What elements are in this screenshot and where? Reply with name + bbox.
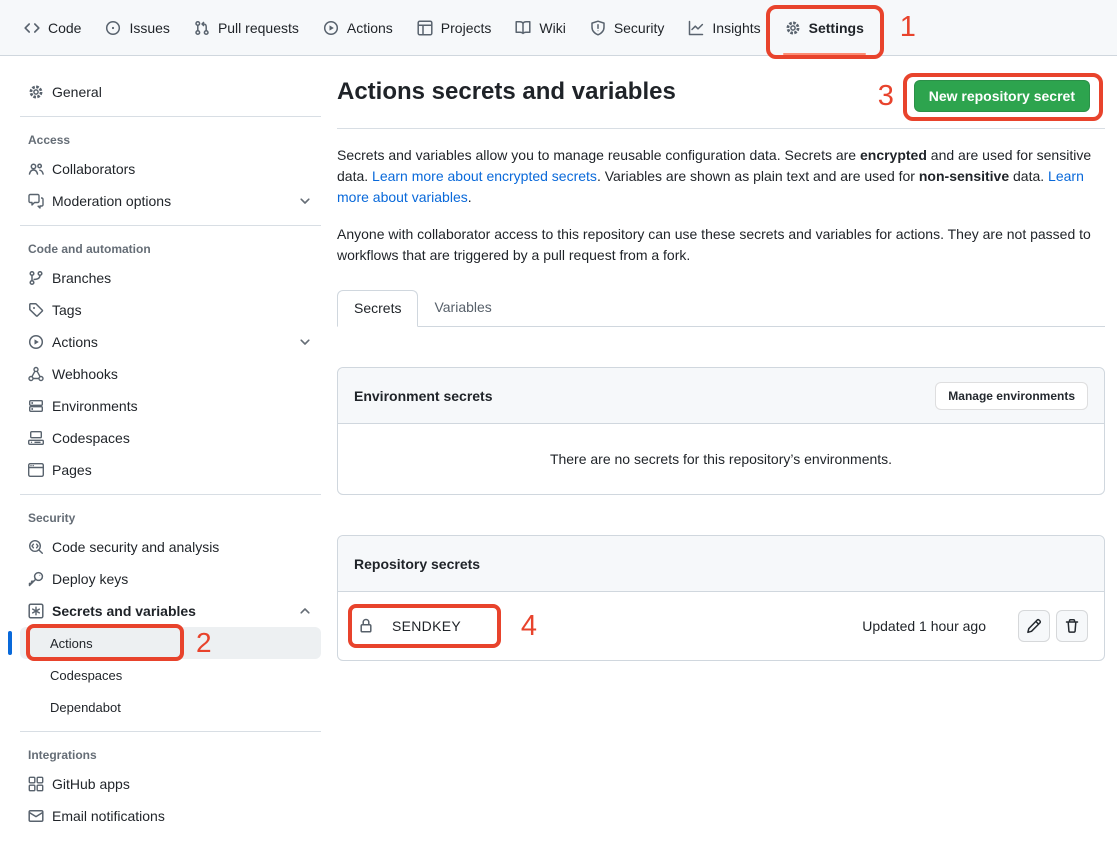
sidebar-item-webhooks[interactable]: Webhooks (20, 358, 321, 390)
tab-wiki[interactable]: Wiki (507, 11, 573, 45)
tab-projects[interactable]: Projects (409, 11, 500, 45)
mail-icon (28, 808, 44, 824)
book-icon (515, 20, 531, 36)
comment-discussion-icon (28, 193, 44, 209)
browser-icon (28, 462, 44, 478)
lock-icon (358, 618, 374, 634)
sidebar-section-security: Security (28, 511, 321, 525)
secret-updated-timestamp: Updated 1 hour ago (862, 618, 986, 634)
people-icon (28, 161, 44, 177)
chevron-down-icon (297, 193, 313, 209)
repository-secrets-header: Repository secrets (338, 536, 1104, 592)
tab-code[interactable]: Code (16, 11, 89, 45)
tab-actions[interactable]: Actions (315, 11, 401, 45)
new-repository-secret-button[interactable]: New repository secret (914, 80, 1090, 112)
environment-secrets-box: Environment secrets Manage environments … (337, 367, 1105, 495)
apps-icon (28, 776, 44, 792)
sidebar-divider (20, 494, 321, 495)
sidebar-item-github-apps[interactable]: GitHub apps (20, 768, 321, 800)
sidebar-divider (20, 731, 321, 732)
active-tab-underline (783, 53, 866, 55)
sidebar-item-moderation-options[interactable]: Moderation options (20, 185, 321, 217)
codescan-icon (28, 539, 44, 555)
active-item-accent-bar (8, 631, 12, 655)
git-branch-icon (28, 270, 44, 286)
secret-row: SENDKEY 4 Updated 1 hour ago (338, 592, 1104, 660)
key-asterisk-icon (28, 603, 44, 619)
sidebar-item-codespaces[interactable]: Codespaces (20, 422, 321, 454)
key-icon (28, 571, 44, 587)
secret-name-group: SENDKEY 4 (358, 618, 461, 634)
repo-tab-bar: Code Issues Pull requests Actions Projec… (0, 0, 1117, 56)
sidebar-item-collaborators[interactable]: Collaborators (20, 153, 321, 185)
chevron-up-icon (297, 603, 313, 619)
sidebar-item-actions[interactable]: Actions (20, 326, 321, 358)
annotation-step-3: 3 (878, 82, 894, 111)
issue-opened-icon (105, 20, 121, 36)
sidebar-item-branches[interactable]: Branches (20, 262, 321, 294)
settings-sidebar: General Access Collaborators Moderation … (0, 56, 337, 848)
manage-environments-button[interactable]: Manage environments (935, 382, 1088, 410)
tab-security[interactable]: Security (582, 11, 673, 45)
tab-insights[interactable]: Insights (680, 11, 768, 45)
empty-state-text: There are no secrets for this repository… (550, 451, 892, 467)
sidebar-item-tags[interactable]: Tags (20, 294, 321, 326)
sidebar-subitem-codespaces[interactable]: Codespaces (20, 659, 321, 691)
pencil-icon (1026, 618, 1042, 634)
sidebar-subitem-actions[interactable]: Actions 2 (20, 627, 321, 659)
sidebar-item-deploy-keys[interactable]: Deploy keys (20, 563, 321, 595)
collaborator-note: Anyone with collaborator access to this … (337, 224, 1105, 266)
annotation-step-1: 1 (900, 13, 916, 42)
codespaces-icon (28, 430, 44, 446)
sidebar-section-access: Access (28, 133, 321, 147)
delete-secret-button[interactable] (1056, 610, 1088, 642)
tab-issues[interactable]: Issues (97, 11, 177, 45)
page-header: Actions secrets and variables New reposi… (337, 76, 1105, 129)
sidebar-item-general[interactable]: General (20, 76, 321, 108)
environment-secrets-empty: There are no secrets for this repository… (338, 424, 1104, 494)
tag-icon (28, 302, 44, 318)
table-icon (417, 20, 433, 36)
chevron-down-icon (297, 334, 313, 350)
webhook-icon (28, 366, 44, 382)
sidebar-item-environments[interactable]: Environments (20, 390, 321, 422)
code-icon (24, 20, 40, 36)
sidebar-item-code-security[interactable]: Code security and analysis (20, 531, 321, 563)
intro-text: Secrets and variables allow you to manag… (337, 145, 1105, 208)
inline-link[interactable]: Learn more about encrypted secrets (372, 168, 597, 184)
tab-pull-requests[interactable]: Pull requests (186, 11, 307, 45)
edit-secret-button[interactable] (1018, 610, 1050, 642)
shield-icon (590, 20, 606, 36)
page-title: Actions secrets and variables (337, 76, 676, 108)
gear-icon (28, 84, 44, 100)
sidebar-divider (20, 225, 321, 226)
sidebar-section-integrations: Integrations (28, 748, 321, 762)
sidebar-item-pages[interactable]: Pages (20, 454, 321, 486)
sidebar-item-secrets-and-variables[interactable]: Secrets and variables (20, 595, 321, 627)
trash-icon (1064, 618, 1080, 634)
repository-secrets-title: Repository secrets (354, 556, 480, 572)
tab-variables[interactable]: Variables (418, 290, 507, 326)
git-pull-request-icon (194, 20, 210, 36)
secret-name: SENDKEY (392, 618, 461, 634)
sidebar-subitem-dependabot[interactable]: Dependabot (20, 691, 321, 723)
environment-secrets-header: Environment secrets Manage environments (338, 368, 1104, 424)
play-icon (28, 334, 44, 350)
sidebar-item-email-notifications[interactable]: Email notifications (20, 800, 321, 832)
tab-secrets[interactable]: Secrets (337, 290, 418, 327)
gear-icon (785, 20, 801, 36)
tab-settings[interactable]: Settings 1 (777, 11, 872, 45)
server-icon (28, 398, 44, 414)
main-content: Actions secrets and variables New reposi… (337, 56, 1117, 661)
annotation-step-4: 4 (521, 612, 537, 641)
sidebar-divider (20, 116, 321, 117)
environment-secrets-title: Environment secrets (354, 388, 493, 404)
repository-secrets-box: Repository secrets SENDKEY 4 Updated 1 h… (337, 535, 1105, 661)
annotation-step-2: 2 (196, 629, 212, 657)
secrets-variables-tabnav: Secrets Variables (337, 290, 1105, 327)
play-icon (323, 20, 339, 36)
sidebar-section-code-and-automation: Code and automation (28, 242, 321, 256)
graph-icon (688, 20, 704, 36)
